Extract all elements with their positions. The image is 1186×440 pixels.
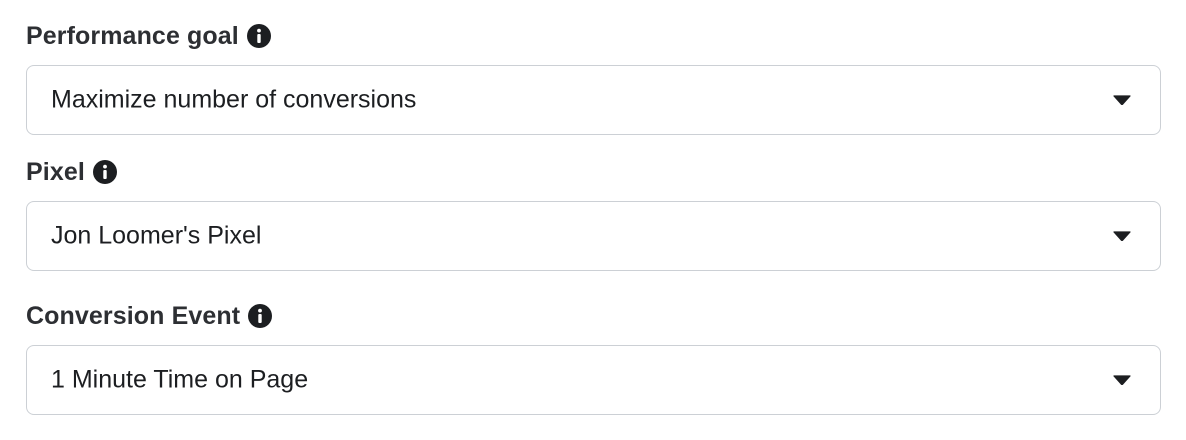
conversion-event-label: Conversion Event xyxy=(26,301,241,330)
performance-goal-field: Performance goal Maximize number of conv… xyxy=(26,21,1161,135)
pixel-label: Pixel xyxy=(26,157,85,186)
performance-goal-label-row: Performance goal xyxy=(26,21,1161,51)
conversion-event-dropdown[interactable]: 1 Minute Time on Page xyxy=(26,345,1161,415)
pixel-value: Jon Loomer's Pixel xyxy=(51,221,262,250)
conversion-event-field: Conversion Event 1 Minute Time on Page xyxy=(26,301,1161,415)
performance-goal-dropdown[interactable]: Maximize number of conversions xyxy=(26,65,1161,135)
info-icon[interactable] xyxy=(248,304,273,328)
pixel-label-row: Pixel xyxy=(26,157,1161,187)
caret-down-icon xyxy=(1113,95,1131,105)
info-icon[interactable] xyxy=(246,24,271,48)
conversion-event-label-row: Conversion Event xyxy=(26,301,1161,331)
conversion-event-value: 1 Minute Time on Page xyxy=(51,365,309,394)
caret-down-icon xyxy=(1113,231,1131,241)
performance-goal-label: Performance goal xyxy=(26,21,239,50)
performance-goal-value: Maximize number of conversions xyxy=(51,85,417,114)
pixel-dropdown[interactable]: Jon Loomer's Pixel xyxy=(26,201,1161,271)
pixel-field: Pixel Jon Loomer's Pixel xyxy=(26,157,1161,271)
info-icon[interactable] xyxy=(92,160,117,184)
caret-down-icon xyxy=(1113,375,1131,385)
